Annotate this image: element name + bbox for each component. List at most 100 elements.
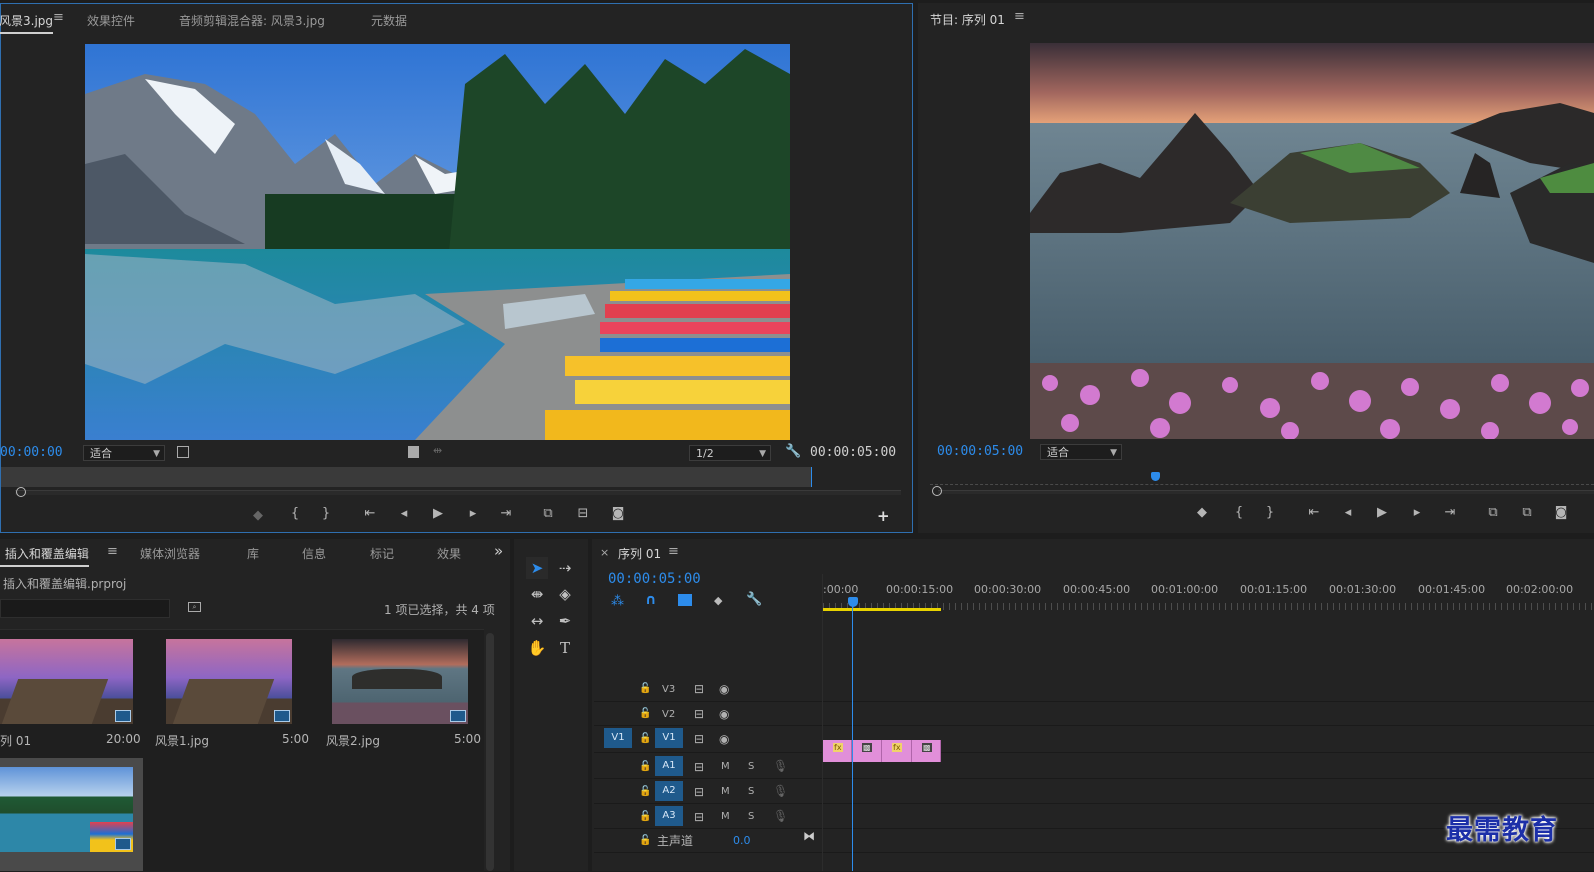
program-zoom-select[interactable]: 适合 ▼	[1040, 444, 1122, 460]
project-item-image-thumbnail[interactable]	[166, 639, 292, 724]
drag-audio-icon[interactable]	[408, 446, 419, 458]
sync-lock-icon[interactable]: ⊟	[694, 760, 704, 774]
program-playhead-marker[interactable]	[1151, 472, 1160, 481]
step-back-icon[interactable]: ◂	[1339, 505, 1357, 520]
mark-in-icon[interactable]: {	[286, 506, 304, 521]
overwrite-icon[interactable]: ⊟	[574, 506, 592, 521]
program-panel-title[interactable]: 节目: 序列 01	[930, 11, 1005, 28]
tab-metadata[interactable]: 元数据	[371, 12, 407, 29]
tabs-overflow-icon[interactable]: »	[494, 542, 503, 560]
mute-button[interactable]: M	[721, 811, 730, 822]
microphone-icon[interactable]: 🎙	[773, 784, 788, 798]
panel-menu-icon[interactable]: ≡	[107, 544, 118, 559]
source-playhead-timecode[interactable]: 00:00:00	[0, 445, 63, 460]
find-bin-icon[interactable]: ⌕	[188, 602, 201, 612]
go-to-out-icon[interactable]: ⇥	[497, 506, 515, 521]
track-target-a1[interactable]: A1	[655, 756, 683, 776]
tab-info[interactable]: 信息	[302, 545, 326, 562]
solo-button[interactable]: S	[748, 761, 754, 772]
mute-button[interactable]: M	[721, 761, 730, 772]
selection-tool-icon[interactable]: ➤	[526, 557, 548, 579]
close-icon[interactable]: ×	[600, 546, 609, 559]
source-playhead-line[interactable]	[811, 467, 812, 487]
step-forward-icon[interactable]: ▸	[464, 506, 482, 521]
settings-wrench-icon[interactable]: 🔧	[785, 444, 801, 459]
type-tool-icon[interactable]: T	[554, 637, 576, 659]
ripple-edit-tool-icon[interactable]: ⇼	[526, 583, 548, 605]
pen-tool-icon[interactable]: ✒	[554, 610, 576, 632]
source-zoom-select[interactable]: 适合 ▼	[83, 445, 165, 461]
mute-button[interactable]: M	[721, 786, 730, 797]
tab-libraries[interactable]: 库	[247, 545, 259, 562]
timeline-playhead-marker[interactable]	[848, 597, 858, 607]
sync-lock-icon[interactable]: ⊟	[694, 707, 704, 721]
tab-project[interactable]: ː 插入和覆盖编辑	[0, 545, 89, 567]
microphone-icon[interactable]: 🎙	[773, 809, 788, 823]
mark-out-icon[interactable]: }	[1261, 505, 1279, 520]
go-to-end-icon[interactable]: ⧓	[803, 829, 815, 843]
work-area-bar[interactable]	[823, 608, 941, 611]
panel-menu-icon[interactable]: ≡	[1014, 9, 1025, 24]
program-time-ruler[interactable]	[930, 476, 1594, 485]
tab-sequence[interactable]: 序列 01	[618, 545, 661, 562]
lock-icon[interactable]: 🔓	[639, 835, 651, 846]
tab-effects[interactable]: 效果	[437, 545, 461, 562]
scroll-handle[interactable]	[932, 486, 942, 496]
solo-button[interactable]: S	[748, 786, 754, 797]
slip-tool-icon[interactable]: ↔	[526, 610, 548, 632]
search-input[interactable]	[0, 599, 170, 618]
program-video-frame[interactable]	[1030, 43, 1594, 439]
sync-lock-icon[interactable]: ⊟	[694, 682, 704, 696]
go-to-in-icon[interactable]: ⇤	[361, 506, 379, 521]
export-frame-camera-icon[interactable]: ◙	[609, 506, 627, 521]
tab-effect-controls[interactable]: 效果控件	[87, 12, 135, 29]
play-icon[interactable]: ▶	[1373, 505, 1391, 520]
timeline-clip[interactable]: fx	[823, 740, 852, 762]
track-select-tool-icon[interactable]: ⇢	[554, 557, 576, 579]
lock-icon[interactable]: 🔓	[639, 811, 651, 822]
linked-selection-icon[interactable]	[678, 594, 692, 606]
timeline-settings-wrench-icon[interactable]: 🔧	[746, 592, 762, 607]
step-back-icon[interactable]: ◂	[395, 506, 413, 521]
source-time-ruler[interactable]	[1, 467, 812, 487]
source-patch-v1[interactable]: V1	[604, 728, 632, 748]
add-marker-icon[interactable]: ◆	[249, 508, 267, 523]
lock-icon[interactable]: 🔓	[639, 786, 651, 797]
tab-media-browser[interactable]: 媒体浏览器	[140, 545, 200, 562]
lock-icon[interactable]: 🔓	[639, 761, 651, 772]
panel-menu-icon[interactable]: ≡	[668, 544, 679, 559]
program-zoom-scrollbar[interactable]	[938, 490, 1594, 494]
step-forward-icon[interactable]: ▸	[1408, 505, 1426, 520]
project-item-sequence-thumbnail[interactable]	[0, 639, 133, 724]
export-frame-camera-icon[interactable]: ◙	[1552, 505, 1570, 520]
timeline-playhead-timecode[interactable]: 00:00:05:00	[608, 571, 701, 587]
extract-icon[interactable]: ⧉	[1518, 505, 1536, 520]
source-video-frame[interactable]	[85, 44, 790, 440]
timeline-clip[interactable]: ▩	[912, 740, 941, 762]
track-target-a2[interactable]: A2	[655, 781, 683, 801]
master-volume-value[interactable]: 0.0	[733, 834, 751, 847]
add-marker-icon[interactable]: ◆	[1193, 505, 1211, 520]
track-target-v1[interactable]: V1	[655, 728, 683, 748]
project-item-image-thumbnail[interactable]	[0, 767, 133, 852]
project-scrollbar[interactable]	[486, 633, 494, 871]
play-icon[interactable]: ▶	[429, 506, 447, 521]
timeline-clip[interactable]: ▩	[852, 740, 882, 762]
insert-overwrite-sequences-icon[interactable]: ⁂	[611, 594, 624, 609]
microphone-icon[interactable]: 🎙	[773, 759, 788, 773]
solo-button[interactable]: S	[748, 811, 754, 822]
eye-icon[interactable]: ◉	[719, 682, 729, 696]
track-target-a3[interactable]: A3	[655, 806, 683, 826]
project-item-image-thumbnail[interactable]	[332, 639, 468, 724]
sync-lock-icon[interactable]: ⊟	[694, 785, 704, 799]
program-playhead-timecode[interactable]: 00:00:05:00	[937, 444, 1023, 459]
mark-out-icon[interactable]: }	[317, 506, 335, 521]
go-to-in-icon[interactable]: ⇤	[1305, 505, 1323, 520]
razor-tool-icon[interactable]: ◈	[554, 583, 576, 605]
lock-icon[interactable]: 🔓	[639, 733, 651, 744]
resolution-select[interactable]: 1/2 ▼	[689, 445, 771, 461]
tab-source-clip[interactable]: 风景3.jpg	[0, 12, 54, 34]
tab-markers[interactable]: 标记	[370, 545, 394, 562]
add-marker-icon[interactable]: ◆	[714, 594, 722, 607]
eye-icon[interactable]: ◉	[719, 707, 729, 721]
